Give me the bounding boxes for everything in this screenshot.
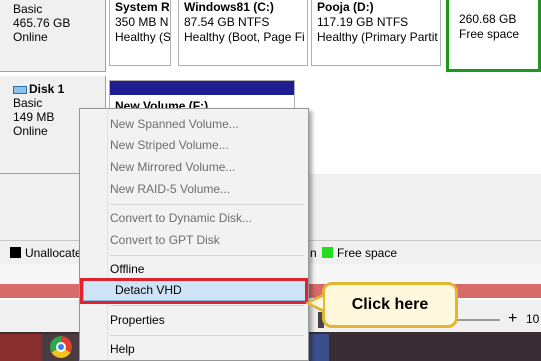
taskbar-app-red[interactable] — [0, 334, 42, 361]
menu-item-properties[interactable]: Properties — [110, 310, 165, 330]
chrome-icon — [50, 336, 72, 358]
partition-size: 350 MB N — [115, 15, 169, 29]
disk0-status: Online — [13, 30, 48, 44]
menu-item-new-striped-volume[interactable]: New Striped Volume... — [110, 135, 229, 155]
disk0-size: 465.76 GB — [13, 16, 71, 30]
menu-item-convert-gpt[interactable]: Convert to GPT Disk — [110, 230, 220, 250]
menu-item-convert-dynamic[interactable]: Convert to Dynamic Disk... — [110, 208, 252, 228]
partition-status: Healthy (S — [115, 30, 171, 44]
context-menu: New Spanned Volume... New Striped Volume… — [79, 108, 309, 361]
free-space-size: 260.68 GB — [459, 12, 517, 26]
click-here-callout: Click here — [322, 282, 458, 328]
menu-separator — [110, 305, 304, 306]
menu-separator — [110, 335, 304, 336]
partition-name: Windows81 (C:) — [184, 0, 274, 14]
partition-system-reserved[interactable]: System R 350 MB N Healthy (S — [109, 0, 171, 66]
menu-item-help[interactable]: Help — [110, 339, 135, 359]
disk0-type: Basic — [13, 2, 43, 16]
disk1-name: Disk 1 — [29, 82, 65, 96]
unallocated-swatch — [10, 247, 21, 258]
partition-bar — [110, 81, 294, 95]
free-space-label: Free space — [459, 27, 520, 41]
partition-name: Pooja (D:) — [317, 0, 374, 14]
legend-free-space: Free space — [337, 246, 398, 260]
zoom-plus-button[interactable]: + — [508, 310, 517, 328]
callout-arrow-inner — [310, 297, 323, 309]
highlight-annotation-box — [80, 278, 308, 304]
legend-unallocated: Unallocate — [25, 246, 82, 260]
menu-separator — [110, 204, 304, 205]
menu-item-new-raid5-volume[interactable]: New RAID-5 Volume... — [110, 179, 230, 199]
legend-fragment: n — [310, 246, 317, 260]
free-space-block[interactable]: 260.68 GB Free space — [446, 0, 541, 72]
disk-icon — [13, 85, 27, 94]
partition-pooja[interactable]: Pooja (D:) 117.19 GB NTFS Healthy (Prima… — [311, 0, 441, 66]
partition-size: 117.19 GB NTFS — [317, 15, 409, 29]
disk0-label[interactable]: Basic 465.76 GB Online — [0, 0, 106, 72]
partition-status: Healthy (Primary Partit — [317, 30, 438, 44]
menu-separator — [110, 255, 304, 256]
menu-item-new-mirrored-volume[interactable]: New Mirrored Volume... — [110, 157, 235, 177]
partition-windows81[interactable]: Windows81 (C:) 87.54 GB NTFS Healthy (Bo… — [178, 0, 308, 66]
menu-item-new-spanned-volume[interactable]: New Spanned Volume... — [110, 114, 239, 134]
partition-name: System R — [115, 0, 170, 14]
disk1-name-row: Disk 1 — [13, 82, 105, 96]
zoom-value: 10 — [526, 312, 540, 326]
free-space-swatch — [322, 247, 333, 258]
menu-gutter — [107, 109, 108, 360]
partition-status: Healthy (Boot, Page Fi — [184, 30, 305, 44]
partition-size: 87.54 GB NTFS — [184, 15, 270, 29]
menu-item-offline[interactable]: Offline — [110, 259, 144, 279]
